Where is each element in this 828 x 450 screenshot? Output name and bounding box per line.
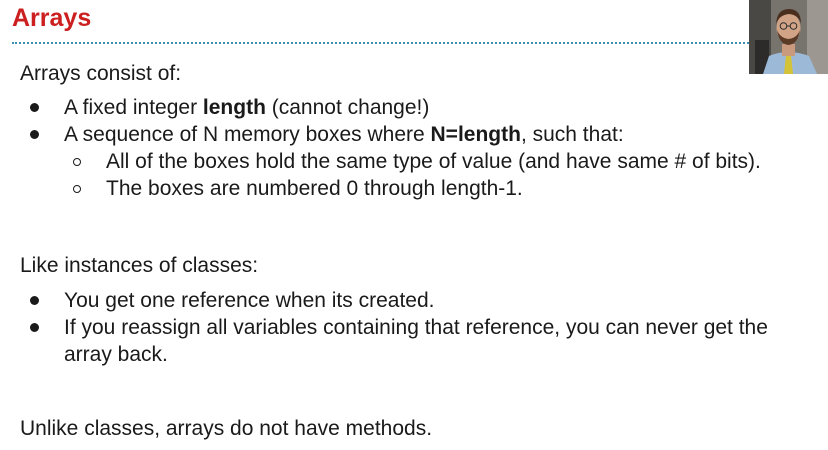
bullet-dot <box>30 103 39 112</box>
list-item-text: You get one reference when its created. <box>64 289 435 312</box>
sub-bullet-ring <box>73 158 81 166</box>
item-text: A sequence of N memory boxes where <box>64 123 431 146</box>
presenter-video-icon <box>749 0 828 74</box>
like-heading: Like instances of classes: <box>20 254 259 277</box>
title-divider <box>12 42 752 44</box>
bullet-dot <box>30 296 39 305</box>
list-item-text: If you reassign all variables containing… <box>64 316 768 339</box>
list-item-text: A fixed integer length (cannot change!) <box>64 94 429 121</box>
bullet-dot <box>30 130 39 139</box>
item-text: (cannot change!) <box>265 96 430 119</box>
webcam-thumbnail <box>749 0 828 74</box>
sub-item-text: The boxes are numbered 0 through length-… <box>106 177 523 200</box>
sub-item-text: All of the boxes hold the same type of v… <box>106 150 761 173</box>
closing-text: Unlike classes, arrays do not have metho… <box>20 417 433 440</box>
item-text: A fixed integer <box>64 96 203 119</box>
item-text: , such that: <box>520 123 624 146</box>
slide-title: Arrays <box>12 4 92 32</box>
list-item-text: A sequence of N memory boxes where N=len… <box>64 121 624 148</box>
intro-text: Arrays consist of: <box>20 62 182 85</box>
item-emphasis: N=length <box>430 123 521 146</box>
item-emphasis: length <box>202 96 266 119</box>
bullet-dot <box>30 323 39 332</box>
sub-bullet-ring <box>73 185 81 193</box>
list-item-text-continued: array back. <box>64 343 168 366</box>
